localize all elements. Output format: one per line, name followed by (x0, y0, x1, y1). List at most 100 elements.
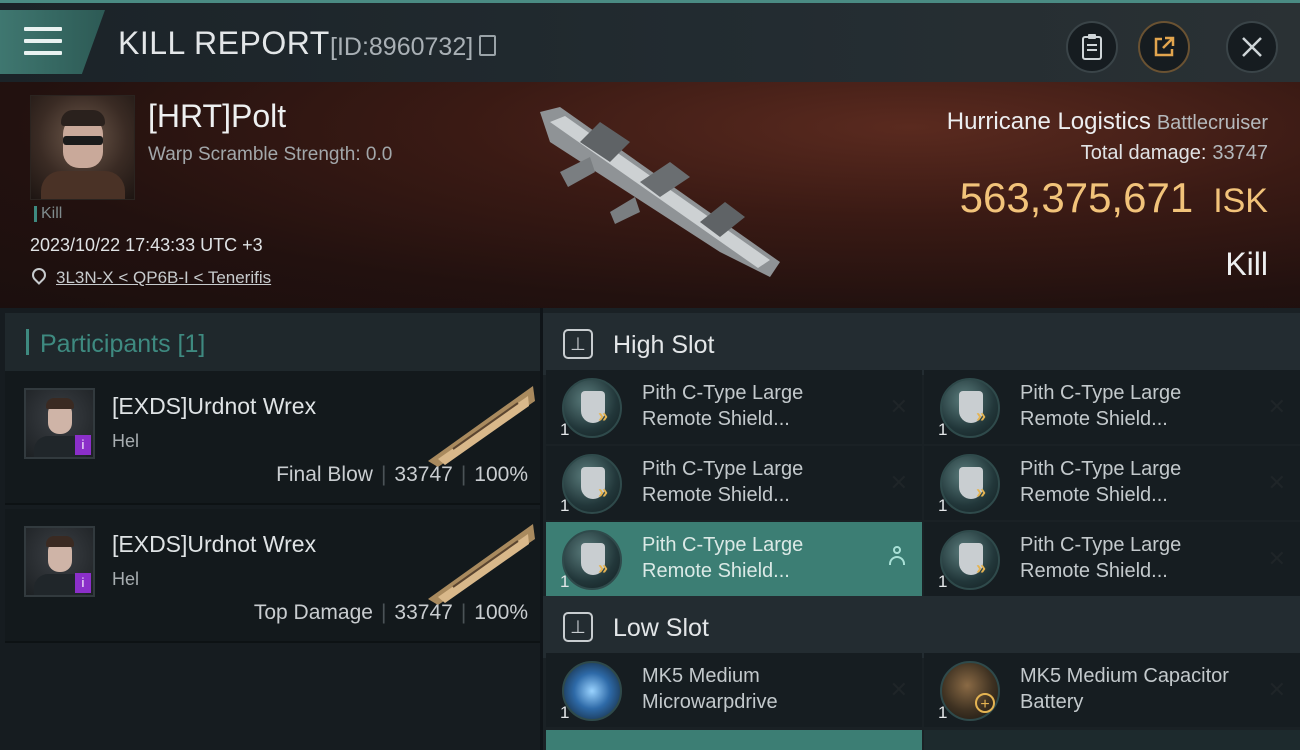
report-id-text: [ID:8960732] (330, 33, 474, 61)
module-name: Pith C-Type Large Remote Shield... (1020, 534, 1182, 582)
module-item[interactable]: » 1 Pith C-Type Large Remote Shield... ✕ (546, 370, 922, 444)
isk-unit: ISK (1213, 182, 1268, 220)
participant-damage: 33747 (394, 463, 453, 486)
module-name: MK5 Medium Capacitor Battery (1020, 665, 1229, 713)
destroyed-icon: ✕ (889, 394, 908, 419)
module-qty: 1 (560, 572, 570, 591)
module-name: Pith C-Type Large Remote Shield... (1020, 382, 1182, 430)
participant-avatar[interactable]: i (24, 388, 95, 459)
module-qty: 1 (938, 572, 948, 591)
high-slot-header: ⊥ High Slot (543, 313, 1300, 375)
shield-booster-icon: » (562, 454, 622, 514)
destroyed-icon: ✕ (1267, 546, 1286, 571)
kill-datetime: 2023/10/22 17:43:33 UTC +3 (30, 235, 263, 255)
module-item-partial[interactable] (546, 730, 922, 750)
victim-ship-name: Hurricane Logistics Battlecruiser (947, 108, 1268, 136)
low-slot-header: ⊥ Low Slot (543, 596, 1300, 658)
page-title: KILL REPORT (118, 25, 330, 61)
total-damage-label: Total damage: (1080, 142, 1207, 164)
module-qty: 1 (938, 420, 948, 439)
result-label: Kill (1225, 246, 1268, 282)
share-button[interactable] (1138, 21, 1190, 73)
module-item[interactable]: + 1 MK5 Medium Capacitor Battery ✕ (924, 653, 1300, 727)
victim-ship-image (540, 107, 780, 277)
destroyed-icon: ✕ (1267, 470, 1286, 495)
participant-name[interactable]: [EXDS]Urdnot Wrex (112, 393, 316, 420)
location-link[interactable]: 3L3N-X < QP6B-I < Tenerifis (56, 268, 271, 287)
victim-summary: [HRT]Polt Warp Scramble Strength: 0.0 Ki… (0, 82, 1300, 308)
participant-percent: 100% (474, 463, 528, 486)
kill-tag: Kill (34, 206, 62, 222)
victim-name[interactable]: [HRT]Polt (148, 98, 286, 135)
fitting-panel: ⊥ High Slot » 1 Pith C-Type Large Remote… (543, 308, 1300, 750)
clipboard-button[interactable] (1066, 21, 1118, 73)
menu-button[interactable] (0, 10, 105, 74)
top-bar: KILL REPORT [ID:8960732] (0, 0, 1300, 82)
participant-ship: Hel (112, 431, 140, 451)
module-item[interactable]: » 1 Pith C-Type Large Remote Shield... ✕ (924, 370, 1300, 444)
high-slot-icon: ⊥ (563, 329, 593, 359)
ship-name-text: Hurricane Logistics (946, 108, 1151, 135)
close-icon (1242, 37, 1262, 57)
copy-icon[interactable] (479, 35, 497, 56)
shield-booster-icon: » (940, 454, 1000, 514)
participant-damage: 33747 (394, 601, 453, 624)
participant-name[interactable]: [EXDS]Urdnot Wrex (112, 531, 316, 558)
location-pin-icon (29, 265, 49, 285)
module-item-partial[interactable] (924, 730, 1300, 750)
module-qty: 1 (560, 420, 570, 439)
hamburger-icon (24, 27, 62, 57)
low-slot-icon: ⊥ (563, 612, 593, 642)
shield-booster-icon: » (940, 378, 1000, 438)
ship-class: Battlecruiser (1156, 112, 1268, 134)
module-qty: 1 (938, 496, 948, 515)
module-name: Pith C-Type Large Remote Shield... (642, 534, 804, 582)
module-qty: 1 (938, 703, 948, 722)
module-name: Pith C-Type Large Remote Shield... (642, 458, 804, 506)
module-qty: 1 (560, 496, 570, 515)
destroyed-icon: ✕ (1267, 394, 1286, 419)
info-badge-icon: i (75, 435, 91, 455)
kill-location[interactable]: 3L3N-X < QP6B-I < Tenerifis (29, 265, 271, 288)
total-damage: Total damage: 33747 (1081, 142, 1268, 165)
module-name: Pith C-Type Large Remote Shield... (1020, 458, 1182, 506)
destroyed-icon: ✕ (889, 470, 908, 495)
shield-booster-icon: » (562, 530, 622, 590)
capacitor-battery-icon: + (940, 661, 1000, 721)
info-badge-icon: i (75, 573, 91, 593)
shield-booster-icon: » (562, 378, 622, 438)
participant-role: Final Blow (276, 463, 373, 486)
close-button[interactable] (1226, 21, 1278, 73)
warp-scramble-strength: Warp Scramble Strength: 0.0 (148, 144, 393, 165)
participant-stats: Top Damage | 33747 | 100% (253, 601, 528, 624)
isk-amount: 563,375,671 (959, 174, 1194, 221)
participant-percent: 100% (474, 601, 528, 624)
module-name: MK5 Medium Microwarpdrive (642, 665, 778, 713)
participants-panel: Participants [1] i [EXDS]Urdnot Wrex Hel… (0, 308, 540, 750)
module-item[interactable]: » 1 Pith C-Type Large Remote Shield... ✕ (924, 446, 1300, 520)
module-item[interactable]: » 1 Pith C-Type Large Remote Shield... ✕ (924, 522, 1300, 596)
low-slot-label: Low Slot (613, 614, 709, 642)
isk-value: 563,375,671 ISK (960, 174, 1268, 222)
destroyed-icon: ✕ (889, 677, 908, 702)
destroyed-icon: ✕ (1267, 677, 1286, 702)
participant-ship-image (428, 524, 535, 605)
participants-header: Participants [1] (5, 313, 540, 372)
participant-avatar[interactable]: i (24, 526, 95, 597)
module-item-dropped[interactable]: » 1 Pith C-Type Large Remote Shield... (546, 522, 922, 596)
participant-row[interactable]: i [EXDS]Urdnot Wrex Hel Top Damage | 33747… (5, 509, 540, 643)
victim-portrait[interactable] (30, 95, 135, 200)
module-item[interactable]: 1 MK5 Medium Microwarpdrive ✕ (546, 653, 922, 727)
microwarpdrive-icon (562, 661, 622, 721)
module-qty: 1 (560, 703, 570, 722)
share-icon (1154, 36, 1175, 57)
module-item[interactable]: » 1 Pith C-Type Large Remote Shield... ✕ (546, 446, 922, 520)
module-name: Pith C-Type Large Remote Shield... (642, 382, 804, 430)
shield-booster-icon: » (940, 530, 1000, 590)
participant-row[interactable]: i [EXDS]Urdnot Wrex Hel Final Blow | 33747… (5, 371, 540, 505)
total-damage-value: 33747 (1212, 142, 1268, 164)
person-icon (888, 546, 906, 566)
participant-stats: Final Blow | 33747 | 100% (276, 463, 528, 486)
report-id: [ID:8960732] (330, 33, 497, 62)
high-slot-label: High Slot (613, 331, 715, 359)
